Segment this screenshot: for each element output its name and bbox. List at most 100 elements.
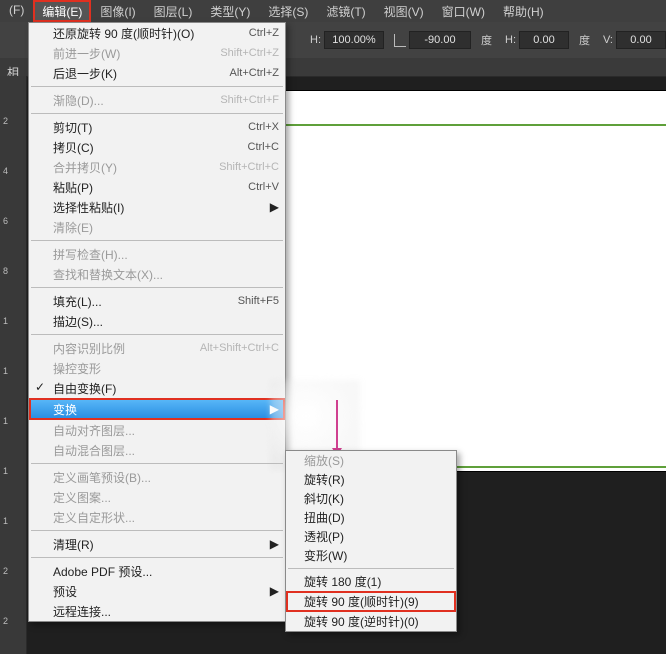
options-deg2: 度 [569, 32, 593, 48]
menu-item[interactable]: 选择性粘贴(I)▶ [29, 197, 285, 217]
menu-item[interactable]: 变换▶ [29, 398, 285, 420]
menu-item-label: 旋转 180 度(1) [304, 573, 450, 590]
menu-item-label: 清理(R) [53, 536, 269, 553]
menu-item: 操控变形 [29, 358, 285, 378]
menubar-item-layer[interactable]: 图层(L) [145, 0, 202, 22]
options-h-label: H: [300, 34, 324, 46]
menubar-item-view[interactable]: 视图(V) [375, 0, 433, 22]
menu-item[interactable]: 描边(S)... [29, 311, 285, 331]
menu-item-label: 前进一步(W) [53, 45, 210, 62]
menubar-item-type[interactable]: 类型(Y) [201, 0, 259, 22]
transform-submenu: 缩放(S) 旋转(R)斜切(K)扭曲(D) 透视(P)变形(W) 旋转 180 度(1… [285, 450, 457, 632]
ruler-tick: 1 [0, 316, 29, 326]
menu-item[interactable]: 自由变换(F) [29, 378, 285, 398]
menu-item: 定义自定形状... [29, 507, 285, 527]
menu-item: 查找和替换文本(X)... [29, 264, 285, 284]
menu-item[interactable]: 预设▶ [29, 581, 285, 601]
menu-item[interactable]: 后退一步(K)Alt+Ctrl+Z [29, 63, 285, 83]
menubar-item-help[interactable]: 帮助(H) [494, 0, 553, 22]
menu-item-label: 定义自定形状... [53, 509, 279, 526]
menu-item-shortcut: Shift+Ctrl+C [209, 161, 279, 173]
menu-item-label: 还原旋转 90 度(顺时针)(O) [53, 25, 239, 42]
ruler-tick: 1 [0, 466, 29, 476]
menu-item[interactable]: 清理(R)▶ [29, 534, 285, 554]
menu-item[interactable]: 拷贝(C)Ctrl+C [29, 137, 285, 157]
menu-separator [288, 568, 454, 569]
menu-item-label: Adobe PDF 预设... [53, 563, 279, 580]
menu-item-label: 拷贝(C) [53, 139, 238, 156]
menu-item-shortcut: Shift+Ctrl+F [210, 94, 279, 106]
menu-item[interactable]: 远程连接... [29, 601, 285, 621]
menu-item: 定义图案... [29, 487, 285, 507]
menu-item: 清除(E) [29, 217, 285, 237]
menu-item-label: 清除(E) [53, 219, 279, 236]
menu-item-label: 描边(S)... [53, 313, 279, 330]
menu-item[interactable]: 剪切(T)Ctrl+X [29, 117, 285, 137]
menu-item-label: 合并拷贝(Y) [53, 159, 209, 176]
submenu-item[interactable]: 旋转 90 度(顺时针)(9) [286, 591, 456, 612]
menu-separator [31, 287, 283, 288]
options-deg: 度 [471, 32, 495, 48]
menu-item: 渐隐(D)...Shift+Ctrl+F [29, 90, 285, 110]
menu-item-shortcut: Shift+Ctrl+Z [210, 47, 279, 59]
menubar-item-window[interactable]: 窗口(W) [433, 0, 494, 22]
menubar-item-select[interactable]: 选择(S) [259, 0, 317, 22]
canvas-object[interactable] [278, 124, 666, 468]
chevron-right-icon: ▶ [269, 584, 279, 598]
menubar: (F) 编辑(E) 图像(I) 图层(L) 类型(Y) 选择(S) 滤镜(T) … [0, 0, 666, 23]
menu-item-label: 扭曲(D) [304, 509, 450, 526]
menu-item-label: 自动对齐图层... [53, 422, 279, 439]
menu-item-label: 旋转(R) [304, 471, 450, 488]
menu-item-label: 缩放(S) [304, 452, 450, 469]
menu-item-shortcut: Ctrl+V [238, 181, 279, 193]
menubar-item-edit[interactable]: 编辑(E) [33, 0, 91, 22]
menu-item-label: 剪切(T) [53, 119, 238, 136]
submenu-item[interactable]: 旋转 90 度(逆时针)(0) [286, 612, 456, 631]
menubar-item-image[interactable]: 图像(I) [91, 0, 144, 22]
options-angle-input[interactable] [409, 31, 471, 49]
ruler-tick: 1 [0, 366, 29, 376]
ruler-vertical: 2 4 6 8 1 1 1 1 1 2 2 [0, 76, 26, 654]
submenu-item[interactable]: 旋转 180 度(1) [286, 572, 456, 591]
menu-item-shortcut: Ctrl+X [238, 121, 279, 133]
menu-item-label: 旋转 90 度(逆时针)(0) [304, 613, 450, 630]
menubar-item-filter[interactable]: 滤镜(T) [317, 0, 374, 22]
menu-separator [31, 86, 283, 87]
menu-item[interactable]: 粘贴(P)Ctrl+V [29, 177, 285, 197]
menu-item-shortcut: Shift+F5 [228, 295, 279, 307]
menu-item: 自动对齐图层... [29, 420, 285, 440]
ruler-tick: 8 [0, 266, 29, 276]
menu-item[interactable]: Adobe PDF 预设... [29, 561, 285, 581]
chevron-right-icon: ▶ [269, 402, 279, 416]
menu-item[interactable]: 还原旋转 90 度(顺时针)(O)Ctrl+Z [29, 23, 285, 43]
menu-separator [31, 557, 283, 558]
menu-item: 拼写检查(H)... [29, 244, 285, 264]
menu-item-label: 远程连接... [53, 603, 279, 620]
submenu-item[interactable]: 扭曲(D) [286, 508, 456, 527]
menu-item-label: 自由变换(F) [53, 380, 279, 397]
options-h2-input[interactable] [519, 31, 569, 49]
submenu-item[interactable]: 透视(P) [286, 527, 456, 546]
edit-menu: 还原旋转 90 度(顺时针)(O)Ctrl+Z前进一步(W)Shift+Ctrl… [28, 22, 286, 622]
menu-item: 定义画笔预设(B)... [29, 467, 285, 487]
menu-item: 自动混合图层... [29, 440, 285, 460]
submenu-item: 缩放(S) [286, 451, 456, 470]
menubar-item-file[interactable]: (F) [0, 0, 33, 22]
menu-separator [31, 113, 283, 114]
menu-item-label: 旋转 90 度(顺时针)(9) [304, 593, 448, 610]
menu-item-label: 定义图案... [53, 489, 279, 506]
submenu-item[interactable]: 旋转(R) [286, 470, 456, 489]
submenu-item[interactable]: 变形(W) [286, 546, 456, 565]
menu-item-shortcut: Ctrl+Z [239, 27, 279, 39]
menu-item-label: 透视(P) [304, 528, 450, 545]
angle-icon [394, 34, 406, 47]
chevron-right-icon: ▶ [269, 537, 279, 551]
menu-separator [31, 463, 283, 464]
options-v-input[interactable] [616, 31, 666, 49]
submenu-item[interactable]: 斜切(K) [286, 489, 456, 508]
options-h-input[interactable] [324, 31, 384, 49]
menu-item-shortcut: Ctrl+C [238, 141, 279, 153]
menu-item[interactable]: 填充(L)...Shift+F5 [29, 291, 285, 311]
menu-separator [31, 530, 283, 531]
menu-item-shortcut: Alt+Ctrl+Z [219, 67, 279, 79]
